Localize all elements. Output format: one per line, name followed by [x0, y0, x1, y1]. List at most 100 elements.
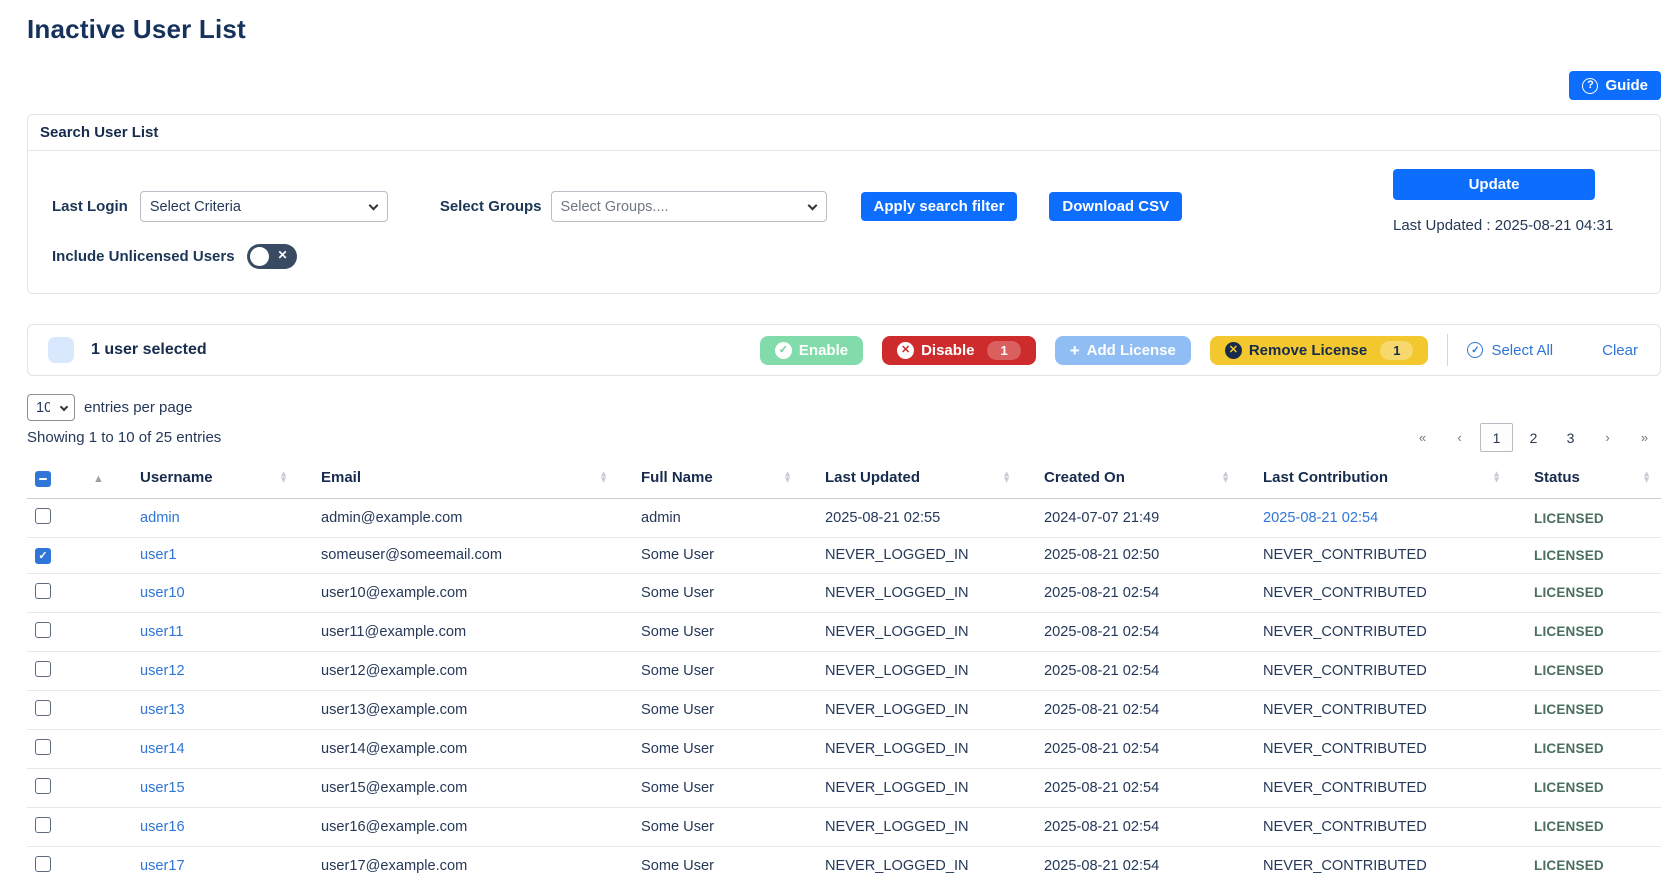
- entries-per-page-label: entries per page: [84, 399, 192, 416]
- header-status[interactable]: Status ▲▼: [1526, 456, 1661, 499]
- search-panel-title: Search User List: [28, 115, 1660, 151]
- select-groups-select[interactable]: Select Groups....: [551, 191, 827, 222]
- row-checkbox-cell: [27, 768, 85, 807]
- divider: [1447, 334, 1448, 366]
- username-link[interactable]: user10: [140, 585, 185, 601]
- pagination-item[interactable]: «: [1406, 423, 1439, 452]
- table-row: user15 user15@example.com Some User NEVE…: [27, 768, 1661, 807]
- row-sorted-cell: [85, 729, 132, 768]
- guide-button[interactable]: ? Guide: [1569, 71, 1661, 100]
- row-checkbox-cell: [27, 690, 85, 729]
- sort-ascending-icon: ▲: [93, 473, 104, 485]
- enable-button[interactable]: ✓ Enable: [760, 336, 863, 365]
- add-license-button[interactable]: + Add License: [1055, 336, 1191, 365]
- row-checkbox-cell: [27, 651, 85, 690]
- selection-indicator: [48, 337, 74, 363]
- table-header-row: ▲ Username ▲▼ Email ▲▼ Full Name ▲▼ Last…: [27, 456, 1661, 499]
- last-contribution-cell: NEVER_CONTRIBUTED: [1255, 729, 1526, 768]
- last-updated-cell: NEVER_LOGGED_IN: [817, 612, 1036, 651]
- table-row: user1 someuser@someemail.com Some User N…: [27, 538, 1661, 574]
- row-checkbox[interactable]: [35, 778, 51, 794]
- table-controls: 10 entries per page Showing 1 to 10 of 2…: [27, 394, 1661, 446]
- search-panel-body: Last Login Select Criteria Select Groups…: [28, 151, 1660, 293]
- download-csv-button[interactable]: Download CSV: [1049, 192, 1182, 221]
- row-sorted-cell: [85, 651, 132, 690]
- username-link[interactable]: user1: [140, 547, 177, 563]
- username-link[interactable]: user14: [140, 741, 185, 757]
- guide-row: ? Guide: [27, 71, 1661, 100]
- header-last-contribution[interactable]: Last Contribution ▲▼: [1255, 456, 1526, 499]
- select-all-checkbox[interactable]: [35, 471, 51, 487]
- username-link[interactable]: user15: [140, 780, 185, 796]
- header-email[interactable]: Email ▲▼: [313, 456, 633, 499]
- select-groups-label: Select Groups: [440, 198, 542, 215]
- row-checkbox[interactable]: [35, 548, 51, 564]
- user-table: ▲ Username ▲▼ Email ▲▼ Full Name ▲▼ Last…: [27, 456, 1661, 880]
- pagination-item[interactable]: ‹: [1443, 423, 1476, 452]
- table-row: user13 user13@example.com Some User NEVE…: [27, 690, 1661, 729]
- username-link[interactable]: user17: [140, 858, 185, 874]
- header-last-updated[interactable]: Last Updated ▲▼: [817, 456, 1036, 499]
- username-link[interactable]: admin: [140, 510, 180, 526]
- username-cell: user16: [132, 807, 313, 846]
- row-checkbox[interactable]: [35, 739, 51, 755]
- row-checkbox[interactable]: [35, 700, 51, 716]
- per-page-control: 10 entries per page: [27, 394, 221, 421]
- row-checkbox-cell: [27, 538, 85, 574]
- page-title: Inactive User List: [27, 14, 1661, 45]
- check-circle-outline-icon: ✓: [1467, 342, 1483, 358]
- row-checkbox[interactable]: [35, 508, 51, 524]
- apply-search-filter-button[interactable]: Apply search filter: [861, 192, 1018, 221]
- pagination-item[interactable]: ›: [1591, 423, 1624, 452]
- last-contribution-cell[interactable]: 2025-08-21 02:54: [1255, 499, 1526, 538]
- row-checkbox[interactable]: [35, 583, 51, 599]
- status-value: LICENSED: [1526, 538, 1661, 574]
- x-circle-icon: ✕: [1225, 342, 1242, 359]
- username-cell: user1: [132, 538, 313, 574]
- username-cell: user11: [132, 612, 313, 651]
- table-body: admin admin@example.com admin 2025-08-21…: [27, 499, 1661, 880]
- pagination-item[interactable]: 1: [1480, 423, 1513, 452]
- include-unlicensed-row: Include Unlicensed Users ✕: [52, 244, 1636, 269]
- username-link[interactable]: user12: [140, 663, 185, 679]
- disable-count-badge: 1: [987, 341, 1020, 360]
- row-checkbox-cell: [27, 729, 85, 768]
- username-link[interactable]: user16: [140, 819, 185, 835]
- disable-button[interactable]: ✕ Disable 1: [882, 336, 1036, 365]
- status-value: LICENSED: [1526, 807, 1661, 846]
- pagination-item[interactable]: 2: [1517, 423, 1550, 452]
- select-groups-select-wrap: Select Groups....: [551, 191, 827, 222]
- pagination-item[interactable]: 3: [1554, 423, 1587, 452]
- last-contribution-cell: NEVER_CONTRIBUTED: [1255, 690, 1526, 729]
- update-button[interactable]: Update: [1393, 169, 1595, 200]
- created-on-cell: 2024-07-07 21:49: [1036, 499, 1255, 538]
- full-name-cell: Some User: [633, 612, 817, 651]
- row-checkbox[interactable]: [35, 661, 51, 677]
- header-sorted-cell[interactable]: ▲: [85, 456, 132, 499]
- status-value: LICENSED: [1526, 768, 1661, 807]
- username-link[interactable]: user11: [140, 624, 184, 640]
- pagination-item[interactable]: »: [1628, 423, 1661, 452]
- row-checkbox[interactable]: [35, 817, 51, 833]
- header-username[interactable]: Username ▲▼: [132, 456, 313, 499]
- add-license-button-label: Add License: [1087, 342, 1176, 359]
- page-size-select[interactable]: 10: [27, 394, 75, 421]
- row-checkbox[interactable]: [35, 856, 51, 872]
- last-contribution-cell: NEVER_CONTRIBUTED: [1255, 846, 1526, 880]
- table-row: user14 user14@example.com Some User NEVE…: [27, 729, 1661, 768]
- row-checkbox[interactable]: [35, 622, 51, 638]
- row-sorted-cell: [85, 538, 132, 574]
- include-unlicensed-toggle[interactable]: ✕: [247, 244, 297, 269]
- select-all-link[interactable]: ✓ Select All: [1467, 342, 1553, 359]
- remove-license-button[interactable]: ✕ Remove License 1: [1210, 336, 1429, 365]
- last-login-select[interactable]: Select Criteria: [140, 191, 388, 222]
- created-on-cell: 2025-08-21 02:54: [1036, 612, 1255, 651]
- remove-license-count-badge: 1: [1380, 341, 1413, 360]
- username-link[interactable]: user13: [140, 702, 185, 718]
- header-full-name[interactable]: Full Name ▲▼: [633, 456, 817, 499]
- table-controls-left: 10 entries per page Showing 1 to 10 of 2…: [27, 394, 221, 446]
- toggle-off-x-icon: ✕: [278, 248, 288, 262]
- status-value: LICENSED: [1526, 612, 1661, 651]
- clear-link[interactable]: Clear: [1602, 342, 1638, 359]
- header-created-on[interactable]: Created On ▲▼: [1036, 456, 1255, 499]
